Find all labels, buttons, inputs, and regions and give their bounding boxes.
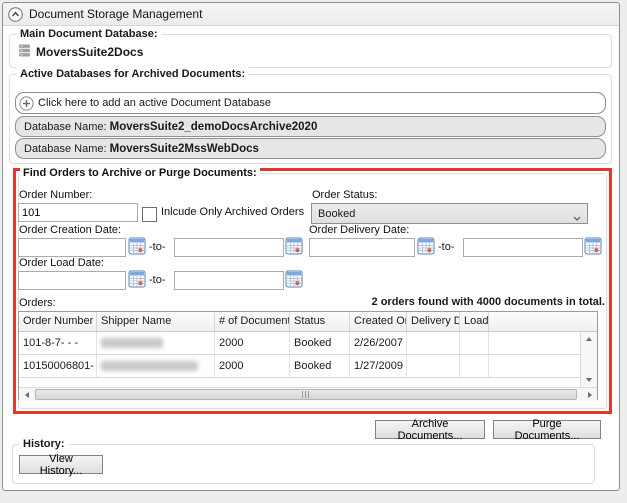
database-name-prefix: Database Name:: [24, 143, 110, 155]
calendar-icon[interactable]: [584, 237, 602, 255]
purge-documents-button[interactable]: Purge Documents...: [493, 420, 601, 439]
cell-shipper-name: [97, 355, 215, 377]
to-separator: -to-: [149, 274, 166, 286]
cell-created-on: 2/26/2007: [350, 332, 407, 354]
order-status-value: Booked: [318, 208, 355, 220]
orders-label: Orders:: [19, 297, 56, 309]
find-orders-label: Find Orders to Archive or Purge Document…: [20, 167, 260, 179]
scroll-down-icon[interactable]: [581, 373, 597, 387]
order-status-label: Order Status:: [312, 189, 377, 201]
to-separator: -to-: [149, 241, 166, 253]
column-header-shipper-name[interactable]: Shipper Name: [97, 312, 215, 331]
load-date-to-input[interactable]: [174, 271, 284, 290]
cell-created-on: 1/27/2009: [350, 355, 407, 377]
column-header-documents[interactable]: # of Documents: [215, 312, 290, 331]
order-number-label: Order Number:: [19, 189, 92, 201]
orders-table-header: Order Number Shipper Name # of Documents…: [19, 312, 597, 332]
scrollbar-thumb[interactable]: [35, 389, 577, 400]
redacted-shipper-name: [101, 338, 163, 348]
include-archived-label: Inlcude Only Archived Orders: [161, 206, 304, 218]
column-header-filler: [489, 312, 597, 331]
column-header-created-on[interactable]: Created On: [350, 312, 407, 331]
column-header-delivery-date[interactable]: Delivery Date: [407, 312, 460, 331]
calendar-icon[interactable]: [285, 237, 303, 255]
find-orders-highlight: Find Orders to Archive or Purge Document…: [13, 168, 612, 414]
cell-order-number: 101-8-7- - -: [19, 332, 97, 354]
archived-database-item[interactable]: Database Name: MoversSuite2_demoDocsArch…: [15, 116, 606, 137]
main-database-label: Main Document Database:: [16, 27, 162, 42]
load-date-from-input[interactable]: [18, 271, 126, 290]
database-name-prefix: Database Name:: [24, 121, 110, 133]
creation-date-from-input[interactable]: [18, 238, 126, 257]
redacted-shipper-name: [101, 361, 198, 371]
horizontal-scrollbar[interactable]: [19, 387, 597, 401]
table-row[interactable]: 10150006801- - - 2000 Booked 1/27/2009: [19, 355, 582, 378]
calendar-icon[interactable]: [285, 270, 303, 288]
view-history-button[interactable]: View History...: [19, 455, 103, 474]
history-group: History: View History...: [12, 444, 595, 484]
delivery-date-from-input[interactable]: [309, 238, 415, 257]
delivery-date-to-input[interactable]: [463, 238, 583, 257]
cell-order-number: 10150006801- - -: [19, 355, 97, 377]
main-database-name: MoversSuite2Docs: [36, 45, 143, 59]
add-database-prompt: Click here to add an active Document Dat…: [38, 97, 271, 109]
orders-table: Order Number Shipper Name # of Documents…: [18, 311, 598, 400]
database-icon: [18, 44, 31, 60]
to-separator: -to-: [438, 241, 455, 253]
cell-documents: 2000: [215, 332, 290, 354]
cell-load-date: [460, 332, 489, 354]
active-databases-group: Active Databases for Archived Documents:…: [9, 74, 612, 164]
calendar-icon[interactable]: [128, 270, 146, 288]
cell-status: Booked: [290, 332, 350, 354]
vertical-scrollbar[interactable]: [580, 332, 597, 387]
order-creation-date-label: Order Creation Date:: [19, 224, 121, 236]
column-header-status[interactable]: Status: [290, 312, 350, 331]
table-row[interactable]: 101-8-7- - - 2000 Booked 2/26/2007: [19, 332, 582, 355]
cell-load-date: [460, 355, 489, 377]
order-status-select[interactable]: Booked: [311, 203, 588, 224]
document-storage-panel: Document Storage Management Main Documen…: [2, 2, 620, 491]
archive-documents-button[interactable]: Archive Documents...: [375, 420, 485, 439]
cell-delivery-date: [407, 332, 460, 354]
archived-database-name: MoversSuite2_demoDocsArchive2020: [110, 121, 318, 133]
active-databases-label: Active Databases for Archived Documents:: [16, 67, 249, 82]
calendar-icon[interactable]: [417, 237, 435, 255]
column-header-load-date[interactable]: Load Date: [460, 312, 489, 331]
scroll-up-icon[interactable]: [581, 332, 597, 346]
chevron-down-icon: [573, 212, 581, 224]
order-delivery-date-label: Order Delivery Date:: [309, 224, 409, 236]
history-label: History:: [19, 437, 69, 452]
column-header-order-number[interactable]: Order Number: [19, 312, 97, 331]
scroll-right-icon[interactable]: [582, 388, 597, 401]
collapse-expander-icon[interactable]: [8, 7, 23, 22]
plus-icon: [19, 96, 34, 111]
cell-documents: 2000: [215, 355, 290, 377]
panel-title: Document Storage Management: [29, 7, 202, 21]
thumb-grip-icon: [302, 391, 311, 398]
order-number-input[interactable]: [18, 203, 138, 222]
creation-date-to-input[interactable]: [174, 238, 284, 257]
archived-database-item[interactable]: Database Name: MoversSuite2MssWebDocs: [15, 138, 606, 159]
add-database-button[interactable]: Click here to add an active Document Dat…: [15, 92, 606, 114]
orders-summary: 2 orders found with 4000 documents in to…: [372, 296, 605, 308]
cell-status: Booked: [290, 355, 350, 377]
include-archived-checkbox[interactable]: [142, 207, 157, 222]
order-load-date-label: Order Load Date:: [19, 257, 104, 269]
scroll-left-icon[interactable]: [19, 388, 34, 401]
calendar-icon[interactable]: [128, 237, 146, 255]
main-database-group: Main Document Database: MoversSuite2Docs: [9, 34, 612, 68]
cell-delivery-date: [407, 355, 460, 377]
archived-database-name: MoversSuite2MssWebDocs: [110, 143, 259, 155]
cell-shipper-name: [97, 332, 215, 354]
panel-header: Document Storage Management: [3, 3, 619, 26]
